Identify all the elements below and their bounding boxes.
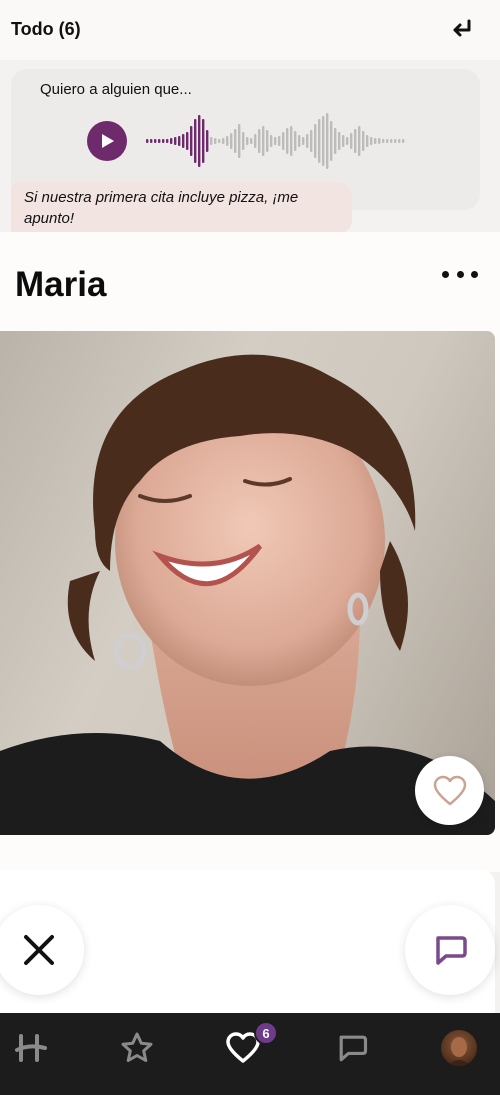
- waveform-bar: [362, 131, 365, 151]
- waveform-bar: [230, 133, 233, 149]
- waveform-bar: [182, 134, 185, 148]
- waveform-bar: [326, 113, 329, 169]
- waveform-bar: [254, 134, 257, 148]
- hinge-logo-icon[interactable]: [8, 1027, 58, 1069]
- waveform-bar: [226, 136, 229, 146]
- waveform-bar: [206, 130, 209, 152]
- waveform-bar: [258, 129, 261, 153]
- waveform-bar: [334, 128, 337, 154]
- chat-bubble-icon: [436, 936, 467, 965]
- waveform-bar: [154, 139, 157, 143]
- waveform-bar: [194, 119, 197, 163]
- waveform-bar: [158, 139, 161, 143]
- waveform-bar: [246, 137, 249, 145]
- waveform-bar: [178, 136, 181, 146]
- waveform-bar: [242, 132, 245, 150]
- prompt-text: Quiero a alguien que...: [40, 81, 192, 98]
- waveform-bar: [214, 138, 217, 144]
- waveform-bar: [266, 130, 269, 152]
- waveform-bar: [318, 119, 321, 163]
- waveform-bar: [370, 137, 373, 145]
- waveform-bar: [278, 136, 281, 146]
- waveform-bar: [238, 124, 241, 158]
- chat-bubble-icon[interactable]: [327, 1027, 377, 1069]
- waveform-bar: [222, 138, 225, 144]
- top-bar: Todo (6): [0, 0, 500, 60]
- waveform-bar: [286, 128, 289, 154]
- waveform-bar: [346, 137, 349, 145]
- waveform-bar: [262, 126, 265, 156]
- waveform-bar: [270, 135, 273, 147]
- waveform-bar: [198, 115, 201, 167]
- waveform-bar: [274, 137, 277, 145]
- waveform-bar: [330, 121, 333, 161]
- waveform-bar: [150, 139, 153, 143]
- profile-photo[interactable]: [0, 331, 495, 835]
- prompt-answer: Si nuestra primera cita incluye pizza, ¡…: [11, 182, 352, 234]
- waveform-bar: [390, 139, 393, 143]
- more-dots-icon[interactable]: [442, 264, 478, 284]
- play-button[interactable]: [87, 121, 127, 161]
- waveform-bar: [358, 126, 361, 156]
- waveform-bar: [366, 135, 369, 147]
- waveform-bar: [170, 138, 173, 144]
- waveform-bar: [350, 133, 353, 149]
- waveform-bar: [342, 135, 345, 147]
- waveform-bar: [382, 139, 385, 143]
- waveform-bar: [174, 137, 177, 145]
- waveform-bar: [282, 132, 285, 150]
- waveform-bar: [322, 116, 325, 166]
- play-icon: [102, 134, 114, 148]
- audio-waveform[interactable]: [136, 105, 406, 177]
- waveform-bar: [294, 131, 297, 151]
- waveform-bar: [310, 130, 313, 152]
- waveform-bar: [290, 126, 293, 156]
- waveform-bar: [234, 129, 237, 153]
- waveform-bar: [354, 129, 357, 153]
- waveform-bar: [202, 119, 205, 163]
- waveform-bar: [146, 139, 149, 143]
- waveform-bar: [298, 135, 301, 147]
- waveform-bar: [306, 134, 309, 148]
- waveform-bar: [210, 137, 213, 145]
- waveform-bar: [186, 132, 189, 150]
- waveform-bar: [398, 139, 401, 143]
- star-icon[interactable]: [112, 1027, 162, 1069]
- message-button[interactable]: [405, 905, 495, 995]
- waveform-bar: [302, 137, 305, 145]
- waveform-bar: [190, 126, 193, 156]
- waveform-bar: [218, 139, 221, 143]
- waveform-bar: [250, 138, 253, 144]
- close-x-icon: [24, 935, 54, 965]
- like-button[interactable]: [415, 756, 484, 825]
- likes-badge: 6: [254, 1021, 278, 1045]
- waveform-bar: [378, 138, 381, 144]
- waveform-bar: [402, 139, 405, 143]
- profile-name: Maria: [15, 265, 107, 304]
- undo-icon[interactable]: [446, 14, 478, 46]
- bottom-nav: 6: [0, 1013, 500, 1095]
- waveform-bar: [314, 124, 317, 158]
- waveform-bar: [394, 139, 397, 143]
- waveform-bar: [374, 138, 377, 144]
- waveform-bar: [386, 139, 389, 143]
- waveform-bar: [338, 132, 341, 150]
- waveform-bar: [162, 139, 165, 143]
- heart-outline-icon: [433, 775, 466, 805]
- waveform-bar: [166, 139, 169, 143]
- profile-avatar[interactable]: [441, 1030, 477, 1066]
- filter-title[interactable]: Todo (6): [11, 19, 81, 40]
